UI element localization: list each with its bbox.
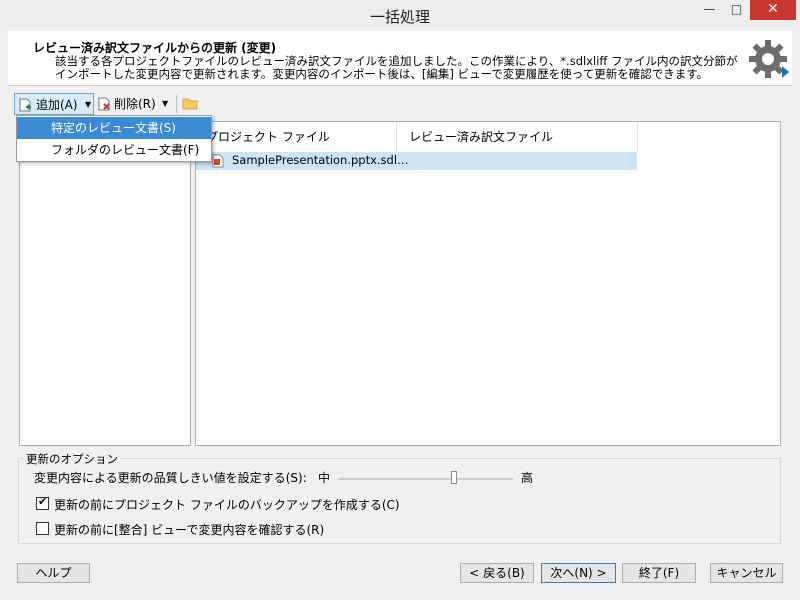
powerpoint-file-icon [212, 154, 224, 168]
menu-item-label: 特定のレビュー文書(S) [51, 121, 176, 135]
add-dropdown-menu: 特定のレビュー文書(S) フォルダのレビュー文書(F) [16, 115, 212, 162]
toolbar-separator [176, 95, 177, 113]
next-button[interactable]: 次へ(N) > [541, 563, 616, 583]
column-header-project-file[interactable]: プロジェクト ファイル [206, 122, 396, 152]
cancel-button[interactable]: キャンセル [710, 563, 783, 583]
table-row[interactable]: SamplePresentation.pptx.sdl… [196, 152, 637, 170]
project-file-name: SamplePresentation.pptx.sdl… [232, 153, 409, 167]
slider-thumb[interactable] [451, 471, 457, 484]
threshold-label: 変更内容による更新の品質しきい値を設定する(S): [34, 471, 307, 485]
menu-item-folder-review-documents[interactable]: フォルダのレビュー文書(F) [17, 139, 211, 161]
review-changes-checkbox-label[interactable]: 更新の前に[整合] ビューで変更内容を確認する(R) [54, 521, 324, 538]
maximize-button[interactable]: □ [723, 0, 750, 20]
back-button[interactable]: < 戻る(B) [460, 563, 534, 583]
menu-item-specific-review-document[interactable]: 特定のレビュー文書(S) [17, 117, 211, 139]
gear-icon [749, 40, 789, 78]
folder-icon [182, 98, 198, 110]
file-tree-pane[interactable] [19, 121, 191, 446]
remove-button[interactable]: 削除(R) ▼ [96, 93, 174, 115]
backup-checkbox[interactable]: ✔ [36, 495, 49, 510]
maximize-icon: □ [730, 2, 743, 16]
finish-button[interactable]: 終了(F) [622, 563, 696, 583]
add-file-icon [19, 98, 31, 112]
close-button[interactable]: ✕ [750, 0, 796, 20]
backup-checkbox-label[interactable]: 更新の前にプロジェクト ファイルのバックアップを作成する(C) [54, 496, 400, 513]
remove-caret-icon: ▼ [162, 99, 169, 108]
window-title: 一括処理 [369, 8, 430, 26]
minimize-icon: — [703, 2, 716, 16]
help-button[interactable]: ヘルプ [17, 563, 90, 583]
options-legend: 更新のオプション [24, 451, 120, 467]
menu-item-label: フォルダのレビュー文書(F) [51, 143, 200, 157]
slider-min-label: 中 [318, 471, 331, 485]
slider-max-label: 高 [521, 471, 534, 485]
add-button-label: 追加(A) [36, 98, 78, 112]
file-grid[interactable]: プロジェクト ファイル レビュー済み訳文ファイル SamplePresentat… [195, 121, 781, 446]
add-button[interactable]: 追加(A) ▼ [14, 93, 94, 115]
close-icon: ✕ [767, 1, 779, 17]
column-divider[interactable] [637, 122, 638, 152]
column-header-review-file[interactable]: レビュー済み訳文ファイル [409, 122, 639, 152]
title-bar: 一括処理 — □ ✕ [0, 0, 800, 31]
page-description: 該当する各プロジェクトファイルのレビュー済み訳文ファイルを追加しました。この作業… [55, 54, 738, 81]
review-changes-checkbox[interactable] [36, 522, 49, 535]
quality-threshold-slider[interactable] [338, 478, 513, 480]
add-caret-icon: ▼ [85, 100, 92, 109]
remove-button-label: 削除(R) [114, 97, 156, 111]
folder-button[interactable] [180, 93, 200, 115]
remove-file-icon [98, 97, 110, 111]
checkmark-icon: ✔ [38, 495, 48, 508]
minimize-button[interactable]: — [696, 0, 723, 20]
column-divider[interactable] [396, 122, 397, 152]
wizard-header: レビュー済み訳文ファイルからの更新 (変更) 該当する各プロジェクトファイルのレ… [8, 31, 792, 86]
